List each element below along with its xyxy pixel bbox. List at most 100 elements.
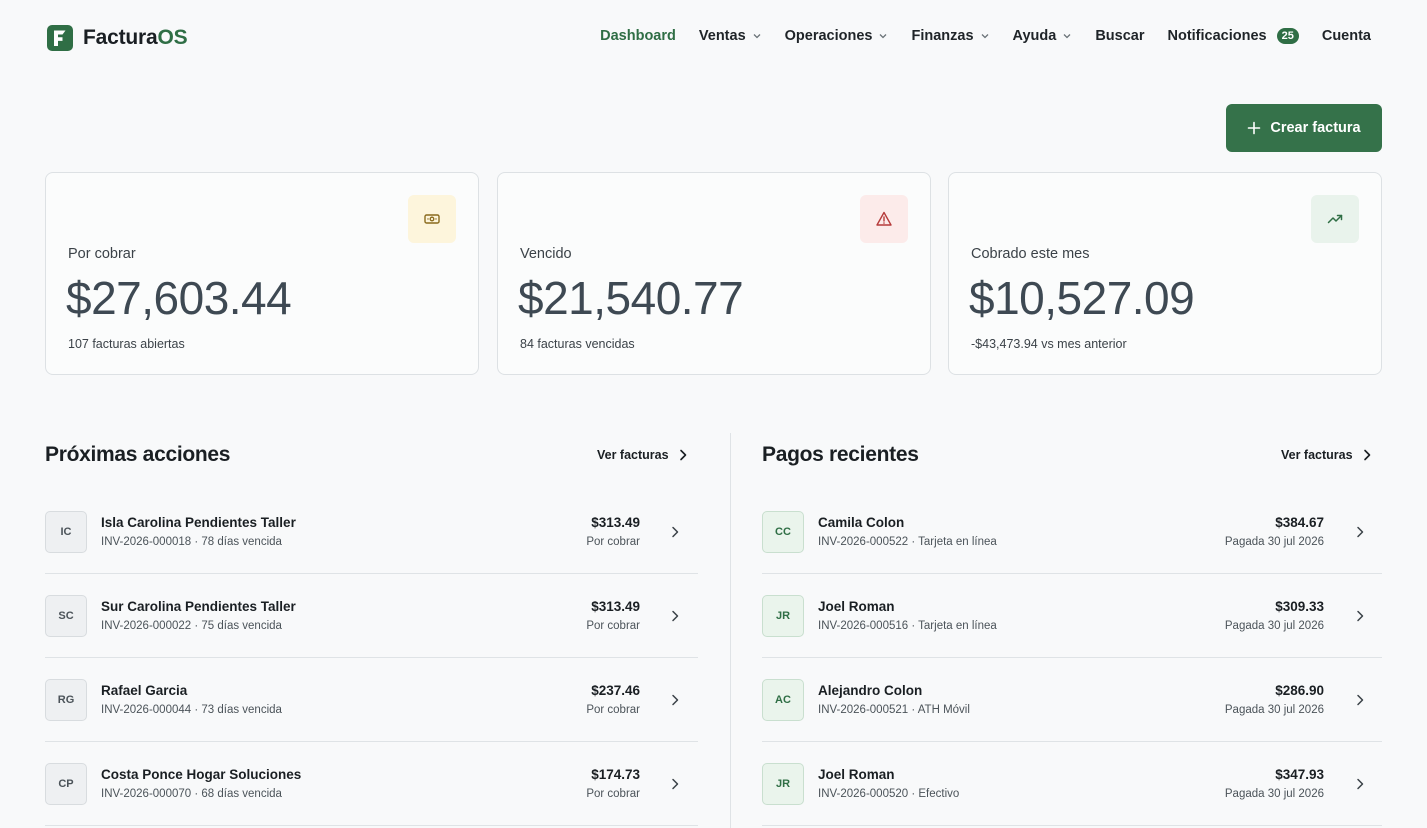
invoice-status: Por cobrar [586,788,640,800]
facturaos-logo-icon [47,25,73,51]
avatar: AC [762,679,804,721]
stat-card-cobrado: Cobrado este mes $10,527.09 -$43,473.94 … [948,172,1382,375]
notifications-count-badge: 25 [1276,28,1299,44]
recent-payments-title: Pagos recientes [762,443,919,466]
nav-buscar[interactable]: Buscar [1095,28,1144,44]
chevron-right-icon [1357,610,1364,622]
list-item[interactable]: JR Joel Roman INV-2026-000516 · Tarjeta … [762,574,1382,658]
list-item[interactable]: CP Costa Ponce Hogar Soluciones INV-2026… [45,742,698,826]
client-name: Joel Roman [818,767,895,782]
client-name: Rafael Garcia [101,683,188,698]
list-item[interactable]: CC Camila Colon INV-2026-000522 · Tarjet… [762,490,1382,574]
nav-cuenta[interactable]: Cuenta [1322,28,1371,44]
nav-ayuda[interactable]: Ayuda [1013,28,1073,44]
avatar: SC [45,595,87,637]
avatar: JR [762,595,804,637]
brand-name: FacturaOS [83,26,188,49]
payment-status: Pagada 30 jul 2026 [1224,704,1324,716]
payment-meta: INV-2026-000522 · Tarjeta en línea [818,536,997,548]
chevron-right-icon [672,778,679,790]
list-item[interactable]: IC Isla Carolina Pendientes Taller INV-2… [45,490,698,574]
list-item[interactable]: SC Sur Carolina Pendientes Taller INV-20… [45,574,698,658]
invoice-amount: $174.73 [591,767,640,782]
avatar: RG [45,679,87,721]
invoice-status: Por cobrar [586,704,640,716]
stat-card-por-cobrar: Por cobrar $27,603.44 107 facturas abier… [45,172,479,375]
brand[interactable]: FacturaOS [47,25,188,51]
payment-status: Pagada 30 jul 2026 [1224,536,1324,548]
stat-card-vencido: Vencido $21,540.77 84 facturas vencidas [497,172,931,375]
list-item[interactable]: RG Rafael Garcia INV-2026-000044 · 73 dí… [45,658,698,742]
stat-label: Por cobrar [68,246,136,262]
client-name: Sur Carolina Pendientes Taller [101,599,296,614]
chevron-right-icon [1357,526,1364,538]
nav-dashboard[interactable]: Dashboard [600,28,676,44]
stat-label: Cobrado este mes [971,246,1090,262]
nav-operaciones[interactable]: Operaciones [785,28,889,44]
stat-label: Vencido [520,246,572,262]
payment-meta: INV-2026-000520 · Efectivo [818,788,960,800]
next-actions-title: Próximas acciones [45,443,231,466]
alert-triangle-icon [860,195,908,243]
invoice-status: Por cobrar [586,620,640,632]
payment-amount: $309.33 [1275,599,1324,614]
chevron-right-icon [1357,778,1364,790]
trending-up-icon [1311,195,1359,243]
invoice-amount: $313.49 [591,599,640,614]
create-invoice-button[interactable]: Crear factura [1226,104,1382,152]
stat-subtext: 84 facturas vencidas [520,337,635,351]
chevron-down-icon [1063,34,1071,39]
stat-value: $21,540.77 [518,272,744,324]
list-item[interactable]: JR Joel Roman INV-2026-000520 · Efectivo… [762,742,1382,826]
chevron-down-icon [981,34,988,39]
section-divider [730,433,731,828]
stat-value: $10,527.09 [969,272,1195,324]
list-item[interactable]: AC Alejandro Colon INV-2026-000521 · ATH… [762,658,1382,742]
main-nav: Dashboard Ventas Operaciones Finanzas Ay… [600,28,1371,44]
avatar: CC [762,511,804,553]
plus-icon [1248,121,1261,135]
payment-amount: $384.67 [1275,515,1324,530]
nav-notificaciones[interactable]: Notificaciones 25 [1167,28,1299,44]
invoice-meta: INV-2026-000070 · 68 días vencida [101,788,282,800]
invoice-amount: $237.46 [591,683,640,698]
client-name: Camila Colon [818,515,905,530]
payment-meta: INV-2026-000521 · ATH Móvil [818,704,970,716]
chevron-right-icon [679,449,686,461]
invoice-meta: INV-2026-000018 · 78 días vencida [101,536,282,548]
chevron-down-icon [753,34,761,39]
payment-status: Pagada 30 jul 2026 [1224,788,1324,800]
banknote-icon [408,195,456,243]
stat-subtext: 107 facturas abiertas [68,337,185,351]
nav-finanzas[interactable]: Finanzas [911,28,989,44]
top-bar: FacturaOS Dashboard Ventas Operaciones F… [0,0,1427,76]
invoice-meta: INV-2026-000022 · 75 días vencida [101,620,282,632]
next-actions-view-invoices-link[interactable]: Ver facturas [597,448,688,462]
chevron-right-icon [672,694,679,706]
invoice-status: Por cobrar [586,536,640,548]
avatar: IC [45,511,87,553]
stat-value: $27,603.44 [66,272,292,324]
invoice-meta: INV-2026-000044 · 73 días vencida [101,704,282,716]
payment-amount: $347.93 [1275,767,1324,782]
client-name: Alejandro Colon [818,683,923,698]
avatar: CP [45,763,87,805]
chevron-right-icon [672,610,679,622]
payment-meta: INV-2026-000516 · Tarjeta en línea [818,620,997,632]
payment-status: Pagada 30 jul 2026 [1224,620,1324,632]
chevron-right-icon [1363,449,1370,461]
recent-payments-view-invoices-link[interactable]: Ver facturas [1281,448,1372,462]
client-name: Isla Carolina Pendientes Taller [101,515,296,530]
stat-subtext: -$43,473.94 vs mes anterior [971,337,1127,351]
recent-payments-list: CC Camila Colon INV-2026-000522 · Tarjet… [762,490,1382,826]
chevron-down-icon [880,34,887,39]
chevron-right-icon [1357,694,1364,706]
avatar: JR [762,763,804,805]
next-actions-list: IC Isla Carolina Pendientes Taller INV-2… [45,490,698,826]
nav-ventas[interactable]: Ventas [699,28,762,44]
payment-amount: $286.90 [1275,683,1324,698]
chevron-right-icon [672,526,679,538]
invoice-amount: $313.49 [591,515,640,530]
client-name: Joel Roman [818,599,895,614]
client-name: Costa Ponce Hogar Soluciones [101,767,302,782]
